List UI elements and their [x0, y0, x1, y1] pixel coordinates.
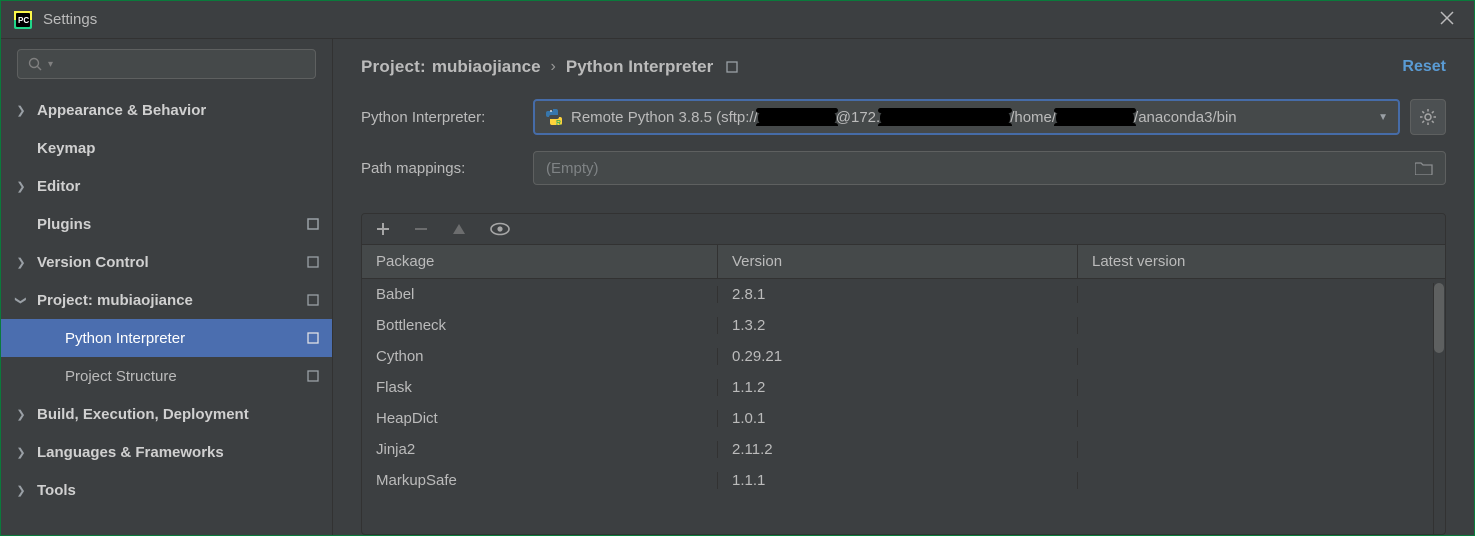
settings-window: PC Settings ▾ ❯Appearance & Behavior ❯: [0, 0, 1475, 536]
plus-icon: [376, 222, 390, 236]
interpreter-row: Python Interpreter: R Remote Python 3.8.…: [333, 91, 1474, 143]
chevron-right-icon: ❯: [13, 256, 29, 269]
chevron-down-icon: ❯: [15, 292, 28, 308]
folder-icon: [1415, 161, 1433, 175]
tree-item-build[interactable]: ❯Build, Execution, Deployment: [1, 395, 332, 433]
search-input-wrap[interactable]: ▾: [17, 49, 316, 79]
tree-item-project[interactable]: ❯Project: mubiaojiance: [1, 281, 332, 319]
table-row[interactable]: MarkupSafe1.1.1: [362, 465, 1445, 496]
tree-item-project-structure[interactable]: ❯Project Structure: [1, 357, 332, 395]
modified-indicator-icon: [306, 217, 320, 231]
breadcrumb-project-label: Project:: [361, 57, 426, 77]
path-mappings-label: Path mappings:: [361, 160, 533, 177]
svg-text:PC: PC: [18, 16, 29, 25]
browse-path-button[interactable]: [1415, 161, 1433, 175]
triangle-up-icon: [452, 223, 466, 235]
content-area: Project: mubiaojiance › Python Interpret…: [333, 39, 1474, 535]
gear-icon: [1419, 108, 1437, 126]
packages-toolbar: [362, 214, 1445, 245]
breadcrumb-separator-icon: ›: [551, 58, 556, 76]
table-row[interactable]: Cython0.29.21: [362, 341, 1445, 372]
table-row[interactable]: HeapDict1.0.1: [362, 403, 1445, 434]
minus-icon: [414, 222, 428, 236]
upgrade-package-button[interactable]: [452, 223, 466, 235]
interpreter-label: Python Interpreter:: [361, 109, 533, 126]
interpreter-value: Remote Python 3.8.5 (sftp://@172./home//…: [571, 108, 1372, 126]
tree-item-python-interpreter[interactable]: ❯Python Interpreter: [1, 319, 332, 357]
search-icon: [28, 57, 42, 71]
scrollbar[interactable]: [1433, 283, 1445, 534]
breadcrumb: Project: mubiaojiance › Python Interpret…: [333, 39, 1474, 91]
tree-item-version-control[interactable]: ❯Version Control: [1, 243, 332, 281]
add-package-button[interactable]: [376, 222, 390, 236]
header-latest[interactable]: Latest version: [1078, 245, 1445, 278]
table-header: Package Version Latest version: [362, 245, 1445, 279]
modified-indicator-icon: [306, 293, 320, 307]
interpreter-dropdown[interactable]: R Remote Python 3.8.5 (sftp://@172./home…: [533, 99, 1400, 135]
header-version[interactable]: Version: [718, 245, 1078, 278]
reset-link[interactable]: Reset: [1402, 58, 1446, 76]
path-mappings-field[interactable]: (Empty): [533, 151, 1446, 185]
search-input[interactable]: [53, 56, 305, 72]
chevron-right-icon: ❯: [13, 408, 29, 421]
modified-indicator-icon: [306, 255, 320, 269]
eye-icon: [490, 222, 510, 236]
close-button[interactable]: [1432, 7, 1462, 32]
settings-tree: ❯Appearance & Behavior ❯Keymap ❯Editor ❯…: [1, 91, 332, 509]
tree-item-languages[interactable]: ❯Languages & Frameworks: [1, 433, 332, 471]
chevron-right-icon: ❯: [13, 104, 29, 117]
packages-panel: Package Version Latest version Babel2.8.…: [361, 213, 1446, 535]
breadcrumb-page: Python Interpreter: [566, 57, 713, 77]
interpreter-settings-button[interactable]: [1410, 99, 1446, 135]
main-area: ▾ ❯Appearance & Behavior ❯Keymap ❯Editor…: [1, 39, 1474, 535]
pycharm-icon: PC: [13, 10, 33, 30]
packages-table: Package Version Latest version Babel2.8.…: [362, 245, 1445, 534]
tree-item-plugins[interactable]: ❯Plugins: [1, 205, 332, 243]
path-mappings-value: (Empty): [546, 160, 599, 177]
tree-item-tools[interactable]: ❯Tools: [1, 471, 332, 509]
tree-item-keymap[interactable]: ❯Keymap: [1, 129, 332, 167]
tree-item-editor[interactable]: ❯Editor: [1, 167, 332, 205]
tree-item-appearance[interactable]: ❯Appearance & Behavior: [1, 91, 332, 129]
table-row[interactable]: Flask1.1.2: [362, 372, 1445, 403]
modified-indicator-icon: [725, 60, 739, 74]
window-title: Settings: [43, 11, 1432, 28]
table-body: Babel2.8.1 Bottleneck1.3.2 Cython0.29.21…: [362, 279, 1445, 496]
header-package[interactable]: Package: [362, 245, 718, 278]
chevron-right-icon: ❯: [13, 446, 29, 459]
remove-package-button[interactable]: [414, 222, 428, 236]
table-row[interactable]: Babel2.8.1: [362, 279, 1445, 310]
chevron-right-icon: ❯: [13, 180, 29, 193]
python-remote-icon: R: [545, 108, 563, 126]
path-mappings-row: Path mappings: (Empty): [333, 143, 1474, 193]
svg-text:R: R: [556, 120, 561, 126]
breadcrumb-project-name: mubiaojiance: [432, 57, 541, 77]
scrollbar-thumb[interactable]: [1434, 283, 1444, 353]
chevron-down-icon: ▼: [1378, 112, 1388, 123]
show-early-releases-button[interactable]: [490, 222, 510, 236]
modified-indicator-icon: [306, 369, 320, 383]
titlebar: PC Settings: [1, 1, 1474, 39]
modified-indicator-icon: [306, 331, 320, 345]
table-row[interactable]: Bottleneck1.3.2: [362, 310, 1445, 341]
table-row[interactable]: Jinja22.11.2: [362, 434, 1445, 465]
chevron-right-icon: ❯: [13, 484, 29, 497]
sidebar: ▾ ❯Appearance & Behavior ❯Keymap ❯Editor…: [1, 39, 333, 535]
